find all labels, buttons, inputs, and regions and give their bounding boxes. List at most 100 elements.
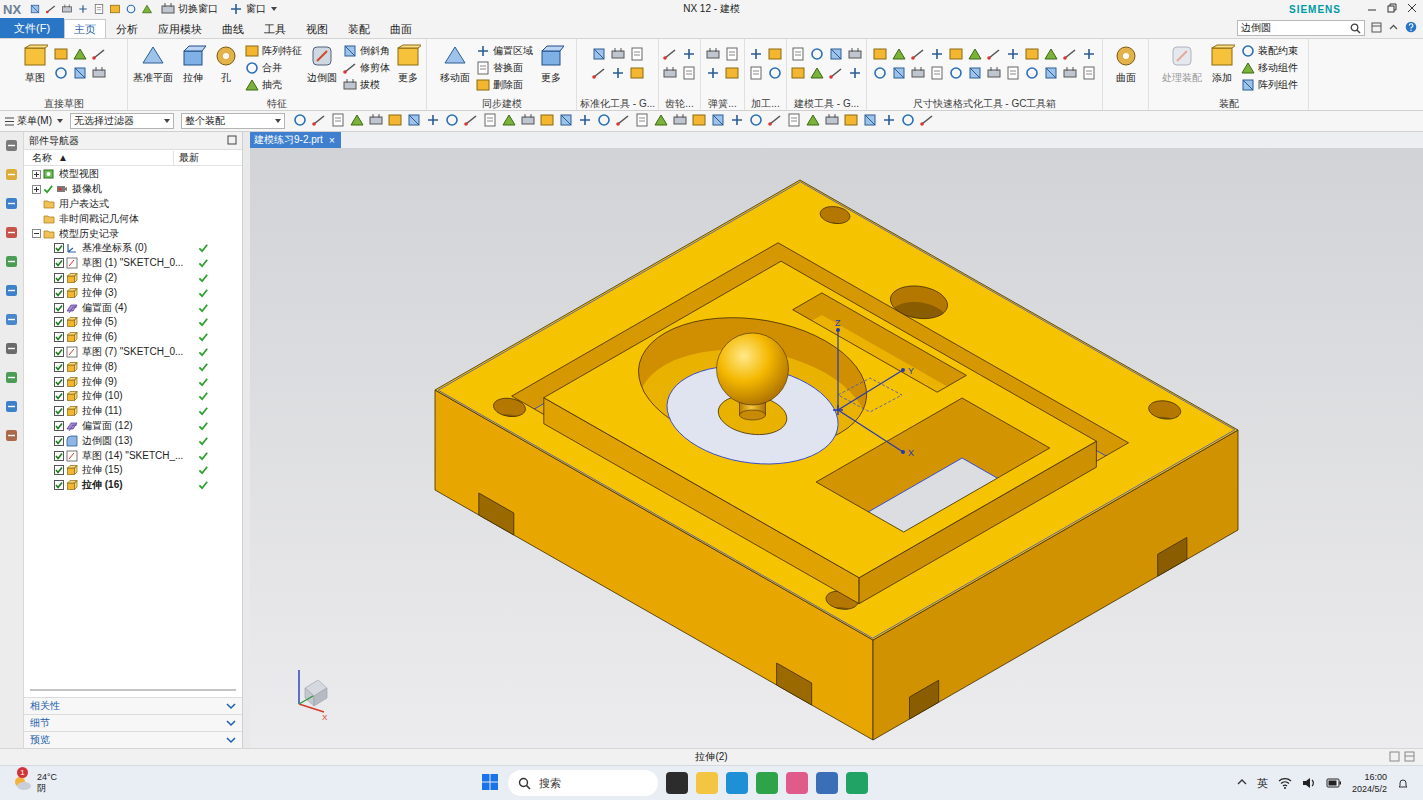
toolbar-button[interactable] [729, 112, 745, 130]
tray-overflow-button[interactable] [1237, 777, 1247, 789]
taskbar-app[interactable] [786, 772, 808, 794]
ribbon-button[interactable]: 曲面 [1111, 42, 1141, 86]
tool-button[interactable] [1062, 46, 1078, 63]
file-menu[interactable]: 文件(F) [0, 18, 64, 38]
toolbar-button[interactable] [653, 112, 669, 130]
tool-button[interactable] [1024, 65, 1040, 82]
tool-button[interactable] [910, 46, 926, 63]
resource-tab[interactable] [4, 428, 19, 445]
taskbar-app[interactable] [846, 772, 868, 794]
tool-button[interactable] [91, 46, 107, 63]
tool-button[interactable] [724, 65, 740, 82]
tool-button[interactable] [662, 46, 678, 63]
tool-button[interactable] [1043, 65, 1059, 82]
ribbon-tab[interactable]: 视图 [296, 19, 338, 38]
resource-tab[interactable] [4, 283, 19, 300]
toolbar-button[interactable] [900, 112, 916, 130]
tool-button[interactable] [809, 65, 825, 82]
tool-button[interactable] [948, 46, 964, 63]
tool-button[interactable] [891, 65, 907, 82]
tool-button[interactable] [610, 65, 626, 82]
tool-button[interactable] [629, 65, 645, 82]
toolbar-button[interactable] [843, 112, 859, 130]
resource-tab[interactable] [4, 399, 19, 416]
tree-item[interactable]: 用户表达式 [24, 197, 242, 212]
name-column[interactable]: 名称▲ [24, 151, 174, 165]
tool-button[interactable] [681, 65, 697, 82]
toolbar-button[interactable] [691, 112, 707, 130]
toolbar-button[interactable] [463, 112, 479, 130]
model-view[interactable]: ZYXX [250, 148, 1423, 748]
tree-item[interactable]: 非时间戳记几何体 [24, 211, 242, 226]
tool-button[interactable] [872, 65, 888, 82]
input-method[interactable]: 英 [1257, 776, 1268, 791]
tree-item[interactable]: 拉伸 (3) [24, 285, 242, 300]
tool-button[interactable] [72, 46, 88, 63]
ribbon-button[interactable]: 拉伸 [178, 42, 208, 86]
tree-item[interactable]: 草图 (7) "SKETCH_0... [24, 345, 242, 360]
toolbar-button[interactable] [368, 112, 384, 130]
toolbar-button[interactable] [767, 112, 783, 130]
tool-button[interactable] [986, 65, 1002, 82]
panel-section[interactable]: 细节 [24, 714, 242, 731]
panel-section[interactable]: 预览 [24, 731, 242, 748]
help-button[interactable] [1405, 21, 1417, 35]
document-tab[interactable]: 建模练习9-2.prt× [250, 132, 341, 148]
tool-button[interactable] [1005, 65, 1021, 82]
ribbon-tab[interactable]: 工具 [254, 19, 296, 38]
tree-item[interactable]: 草图 (1) "SKETCH_0... [24, 256, 242, 271]
tree-item[interactable]: 模型视图 [24, 167, 242, 182]
toolbar-button[interactable] [539, 112, 555, 130]
tree-item[interactable]: 草图 (14) "SKETCH_... [24, 448, 242, 463]
ribbon-tab[interactable]: 主页 [64, 19, 106, 38]
ribbon-tab[interactable]: 曲面 [380, 19, 422, 38]
tool-button[interactable] [967, 46, 983, 63]
resource-tab[interactable] [4, 138, 19, 155]
ribbon-button[interactable]: 阵列特征 [244, 43, 302, 59]
tree-item[interactable]: 偏置面 (12) [24, 419, 242, 434]
ribbon-button[interactable]: 基准平面 [131, 42, 175, 86]
resource-tab[interactable] [4, 312, 19, 329]
toolbar-button[interactable] [330, 112, 346, 130]
toolbar-button[interactable] [425, 112, 441, 130]
ribbon-tab[interactable]: 分析 [106, 19, 148, 38]
ribbon-button[interactable]: 合并 [244, 60, 302, 76]
toolbar-button[interactable] [292, 112, 308, 130]
maximize-button[interactable] [227, 135, 237, 147]
ribbon-button[interactable]: 替换面 [475, 60, 533, 76]
ribbon-button[interactable]: 添加 [1207, 42, 1237, 86]
tool-button[interactable] [72, 65, 88, 82]
tool-button[interactable] [1081, 65, 1097, 82]
close-tab-button[interactable]: × [329, 135, 335, 146]
tree-item[interactable]: 拉伸 (10) [24, 389, 242, 404]
ribbon-button[interactable]: 删除面 [475, 77, 533, 93]
tool-button[interactable] [53, 46, 69, 63]
toolbar-button[interactable] [444, 112, 460, 130]
ribbon-tab[interactable]: 装配 [338, 19, 380, 38]
tree-item[interactable]: 拉伸 (5) [24, 315, 242, 330]
collapse-ribbon-button[interactable] [1388, 22, 1399, 35]
tool-button[interactable] [53, 65, 69, 82]
resource-tab[interactable] [4, 225, 19, 242]
toolbar-button[interactable] [786, 112, 802, 130]
filter-dropdown[interactable]: 整个装配 [181, 113, 285, 129]
panel-section[interactable]: 相关性 [24, 697, 242, 714]
tool-button[interactable] [929, 46, 945, 63]
toolbar-button[interactable] [672, 112, 688, 130]
toolbar-button[interactable] [501, 112, 517, 130]
tree-item[interactable]: 模型历史记录 [24, 226, 242, 241]
resource-tab[interactable] [4, 254, 19, 271]
ribbon-button[interactable]: 阵列组件 [1240, 77, 1298, 93]
ribbon-button[interactable]: 拔模 [342, 77, 390, 93]
start-button[interactable] [480, 772, 500, 794]
toolbar-button[interactable] [710, 112, 726, 130]
toolbar-button[interactable] [387, 112, 403, 130]
taskbar-app[interactable] [756, 772, 778, 794]
ribbon-button[interactable]: 孔 [211, 42, 241, 86]
tree-item[interactable]: 拉伸 (11) [24, 404, 242, 419]
ribbon-button[interactable]: 边倒圆 [305, 42, 339, 86]
taskbar-search[interactable]: 搜索 [508, 770, 658, 796]
latest-column[interactable]: 最新 [174, 151, 199, 165]
ribbon-button[interactable]: 修剪体 [342, 60, 390, 76]
tool-button[interactable] [967, 65, 983, 82]
